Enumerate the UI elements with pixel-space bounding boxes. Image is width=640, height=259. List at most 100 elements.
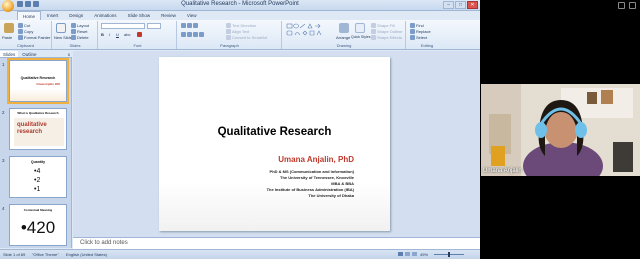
editing-group: Find Replace Select Editing: [407, 21, 447, 49]
reset-icon: [71, 29, 76, 34]
cut-button[interactable]: Cut: [18, 23, 30, 28]
slide-title[interactable]: Qualitative Research: [159, 126, 390, 138]
shape-effects-label: Shape Effects: [377, 35, 402, 40]
window-controls: – □ ✕: [443, 1, 478, 9]
format-painter-button[interactable]: Format Painter: [18, 35, 50, 40]
layout-label: Layout: [77, 23, 90, 28]
shape-fill-label: Shape Fill: [377, 23, 395, 28]
maximize-button[interactable]: □: [455, 1, 466, 9]
tab-view[interactable]: View: [182, 11, 202, 20]
close-pane-button[interactable]: x: [68, 51, 72, 57]
grid-view-icon[interactable]: [618, 2, 625, 9]
ribbon: Paste Cut Copy Format Painter Clipboard …: [0, 20, 480, 50]
font-group: B I U abc Font: [99, 21, 177, 49]
paste-button[interactable]: Paste: [2, 35, 12, 40]
slides-label: Slides: [69, 43, 81, 48]
tab-slides[interactable]: Slides: [0, 51, 19, 57]
notes-placeholder: Click to add notes: [80, 240, 128, 246]
underline-button[interactable]: U: [116, 32, 119, 37]
align-right-icon: [193, 32, 198, 37]
tab-review[interactable]: Review: [156, 11, 181, 20]
align-buttons[interactable]: [181, 32, 204, 37]
paste-icon[interactable]: [4, 23, 14, 33]
normal-view-icon[interactable]: [398, 252, 403, 256]
layout-button[interactable]: Layout: [71, 23, 89, 28]
participant-name: Umana Anjalin: [483, 168, 522, 174]
delete-button[interactable]: Delete: [71, 35, 89, 40]
slide-editing-area: Qualitative Research Umana Anjalin, PhD …: [73, 51, 480, 237]
shape-outline-label: Shape Outline: [377, 29, 403, 34]
sorter-view-icon[interactable]: [405, 252, 410, 256]
smartart-icon: [226, 35, 231, 40]
drawing-label: Drawing: [336, 43, 352, 48]
tab-outline[interactable]: Outline: [19, 51, 39, 57]
slide-thumbnail[interactable]: Quantity •4 •2 •1: [9, 156, 67, 198]
office-button[interactable]: [2, 0, 14, 12]
copy-button[interactable]: Copy: [18, 29, 33, 34]
thumbnail-title: Quantity: [30, 160, 46, 164]
convert-smartart-button[interactable]: Convert to SmartArt: [226, 35, 267, 40]
fill-icon: [371, 23, 376, 28]
align-text-button[interactable]: Align Text: [226, 29, 249, 34]
thumbnail-title: What is Qualitative Research: [17, 111, 59, 115]
minimize-button[interactable]: –: [443, 1, 454, 9]
copy-label: Copy: [24, 29, 34, 34]
slide-thumbnail[interactable]: Contextual Meaning •420: [9, 204, 67, 246]
close-button[interactable]: ✕: [467, 1, 478, 9]
new-slide-icon[interactable]: [56, 23, 66, 33]
thumbnail-row[interactable]: 2 What is Qualitative Research qualitati…: [1, 108, 71, 151]
replace-icon: [410, 29, 415, 34]
binoculars-icon: [410, 23, 415, 28]
thumbnail-bullets: •4 •2 •1: [34, 167, 40, 194]
shape-effects-button[interactable]: Shape Effects: [371, 35, 402, 40]
tab-insert[interactable]: Insert: [42, 11, 63, 20]
slide-thumbnail[interactable]: What is Qualitative Research qualitative…: [9, 108, 67, 150]
slide-thumbnail[interactable]: Qualitative Research Umana Anjalin, PhD: [7, 58, 69, 104]
shape-fill-button[interactable]: Shape Fill: [371, 23, 395, 28]
font-name-field[interactable]: [101, 23, 145, 29]
thumbnail-row[interactable]: 1 Qualitative Research Umana Anjalin, Ph…: [1, 58, 71, 104]
font-color-button[interactable]: [137, 32, 142, 37]
zoom-level[interactable]: 49%: [420, 252, 428, 257]
reset-button[interactable]: Reset: [71, 29, 87, 34]
arrange-icon[interactable]: [339, 23, 349, 33]
paragraph-label: Paragraph: [220, 43, 239, 48]
webcam-image: [481, 84, 640, 176]
shapes-gallery[interactable]: [286, 23, 336, 41]
find-button[interactable]: Find: [410, 23, 424, 28]
bold-button[interactable]: B: [101, 32, 104, 37]
word-cloud-text: qualitative research: [17, 122, 47, 135]
slide-author[interactable]: Umana Anjalin, PhD: [278, 155, 354, 164]
layout-icon: [71, 23, 76, 28]
replace-label: Replace: [416, 29, 431, 34]
text-direction-button[interactable]: Text Direction: [226, 23, 256, 28]
tab-home[interactable]: Home: [17, 11, 42, 20]
font-size-field[interactable]: [147, 23, 161, 29]
arrange-button[interactable]: Arrange: [336, 35, 350, 40]
tab-slide-show[interactable]: Slide Show: [123, 11, 156, 20]
thumbnail-row[interactable]: 4 Contextual Meaning •420: [1, 204, 71, 247]
select-label: Select: [416, 35, 428, 40]
shape-outline-button[interactable]: Shape Outline: [371, 29, 402, 34]
ribbon-tabs: Home Insert Design Animations Slide Show…: [17, 11, 202, 20]
replace-button[interactable]: Replace: [410, 29, 431, 34]
notes-pane[interactable]: Click to add notes: [73, 237, 480, 249]
italic-button[interactable]: I: [109, 32, 110, 37]
reset-label: Reset: [77, 29, 88, 34]
current-slide[interactable]: Qualitative Research Umana Anjalin, PhD …: [159, 57, 390, 231]
scissors-icon: [18, 23, 23, 28]
zoom-slider-knob[interactable]: [448, 252, 450, 257]
strike-button[interactable]: abc: [124, 32, 130, 37]
convert-label: Convert to SmartArt: [232, 35, 268, 40]
thumbnail-row[interactable]: 3 Quantity •4 •2 •1: [1, 156, 71, 199]
slideshow-view-icon[interactable]: [412, 252, 417, 256]
bullets-button[interactable]: [181, 23, 198, 28]
fullscreen-icon[interactable]: [629, 2, 636, 9]
tab-design[interactable]: Design: [64, 11, 88, 20]
quick-styles-button[interactable]: Quick Styles: [351, 35, 370, 39]
language-indicator[interactable]: English (United States): [66, 252, 107, 257]
quick-styles-icon[interactable]: [355, 23, 365, 33]
select-button[interactable]: Select: [410, 35, 427, 40]
new-slide-button[interactable]: New Slide: [54, 35, 72, 40]
tab-animations[interactable]: Animations: [89, 11, 121, 20]
